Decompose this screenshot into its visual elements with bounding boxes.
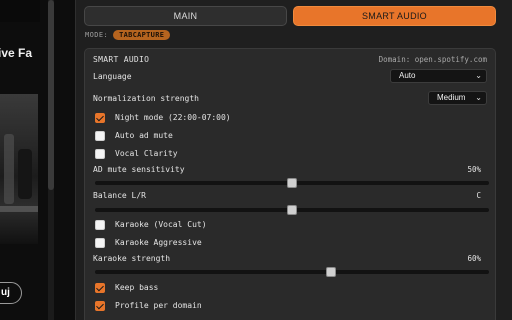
balance-thumb[interactable]	[287, 205, 297, 215]
balance-value: C	[476, 191, 481, 200]
language-select-value: Auto	[399, 71, 416, 80]
karaoke-vocal-cut-label: Karaoke (Vocal Cut)	[115, 220, 207, 229]
karaoke-aggressive-checkbox[interactable]	[95, 238, 105, 248]
chevron-down-icon: ⌄	[475, 93, 482, 102]
host-follow-button[interactable]: uj	[0, 282, 22, 304]
host-artist-photo	[0, 94, 38, 244]
language-label: Language	[93, 72, 132, 81]
karaoke-vocal-cut-checkbox[interactable]	[95, 220, 105, 230]
auto-ad-mute-label: Auto ad mute	[115, 131, 173, 140]
night-mode-checkbox[interactable]	[95, 113, 105, 123]
ad-mute-sensitivity-thumb[interactable]	[287, 178, 297, 188]
host-artist-title: ive Fa	[0, 46, 33, 60]
smart-audio-card: SMART AUDIO Domain: open.spotify.com Lan…	[84, 48, 496, 320]
normalization-label: Normalization strength	[93, 94, 199, 103]
vocal-clarity-label: Vocal Clarity	[115, 149, 178, 158]
keep-bass-checkbox[interactable]	[95, 283, 105, 293]
mode-label: MODE:	[85, 31, 109, 39]
tab-smart-audio[interactable]: SMART AUDIO	[293, 6, 496, 26]
balance-slider[interactable]	[95, 205, 489, 215]
host-page-background: ive Fa uj	[0, 0, 75, 320]
language-select[interactable]: Auto ⌄	[390, 69, 487, 83]
balance-label: Balance L/R	[93, 191, 146, 200]
host-topbar	[0, 0, 40, 22]
ad-mute-sensitivity-value: 50%	[467, 165, 481, 174]
profile-per-domain-label: Profile per domain	[115, 301, 202, 310]
mode-badge: TABCAPTURE	[113, 30, 171, 40]
karaoke-strength-value: 60%	[467, 254, 481, 263]
keep-bass-label: Keep bass	[115, 283, 159, 292]
ad-mute-sensitivity-label: AD mute sensitivity	[93, 165, 185, 174]
karaoke-strength-label: Karaoke strength	[93, 254, 171, 263]
tab-main[interactable]: MAIN	[84, 6, 287, 26]
normalization-select[interactable]: Medium ⌄	[428, 91, 487, 105]
host-scrollbar-thumb[interactable]	[48, 0, 54, 190]
chevron-down-icon: ⌄	[475, 71, 482, 80]
karaoke-strength-slider[interactable]	[95, 267, 489, 277]
ad-mute-sensitivity-slider[interactable]	[95, 178, 489, 188]
mode-indicator: MODE: TABCAPTURE	[85, 29, 171, 41]
auto-ad-mute-checkbox[interactable]	[95, 131, 105, 141]
profile-per-domain-checkbox[interactable]	[95, 301, 105, 311]
domain-label: Domain: open.spotify.com	[378, 55, 487, 64]
extension-panel: MAIN SMART AUDIO MODE: TABCAPTURE SMART …	[75, 0, 512, 320]
karaoke-strength-thumb[interactable]	[326, 267, 337, 277]
normalization-select-value: Medium	[437, 93, 466, 102]
vocal-clarity-checkbox[interactable]	[95, 149, 105, 159]
card-title: SMART AUDIO	[93, 55, 150, 64]
night-mode-label: Night mode (22:00-07:00)	[115, 113, 231, 122]
mode-tabs: MAIN SMART AUDIO	[84, 6, 496, 26]
karaoke-aggressive-label: Karaoke Aggressive	[115, 238, 202, 247]
